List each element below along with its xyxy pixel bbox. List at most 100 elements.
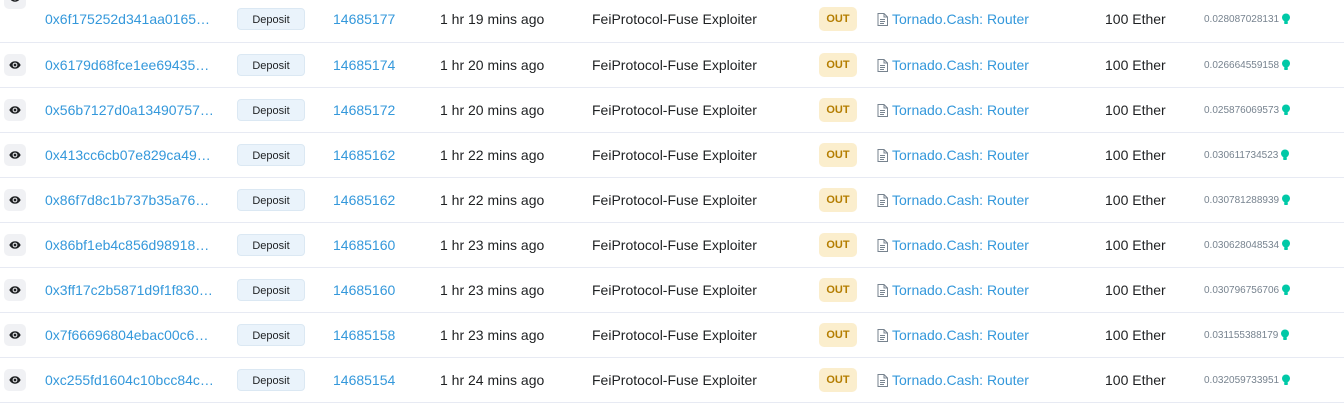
from-address[interactable]: FeiProtocol-Fuse Exploiter xyxy=(592,313,757,357)
txn-fee-value: 0.030628048534 xyxy=(1204,239,1280,251)
txn-fee: 0.030796756706 xyxy=(1204,268,1291,312)
txn-hash-link[interactable]: 0x413cc6cb07e829ca49… xyxy=(45,133,211,177)
to-address-label: Tornado.Cash: Router xyxy=(892,11,1029,27)
block-number-link[interactable]: 14685160 xyxy=(333,268,395,312)
block-number-link[interactable]: 14685162 xyxy=(333,178,395,222)
table-row: 0x413cc6cb07e829ca49… Deposit 14685162 1… xyxy=(0,133,1344,178)
block-number-link[interactable]: 14685154 xyxy=(333,358,395,402)
block-number-link[interactable]: 14685162 xyxy=(333,133,395,177)
direction-badge: OUT xyxy=(819,223,857,267)
age-text: 1 hr 22 mins ago xyxy=(440,192,545,208)
from-address[interactable]: FeiProtocol-Fuse Exploiter xyxy=(592,223,757,267)
direction-label: OUT xyxy=(819,278,857,302)
txn-fee: 0.030781288939 xyxy=(1204,178,1291,222)
direction-label: OUT xyxy=(819,323,857,347)
block-number-link[interactable]: 14685174 xyxy=(333,43,395,87)
method-label: Deposit xyxy=(237,369,305,391)
txn-hash-link[interactable]: 0x56b7127d0a13490757… xyxy=(45,88,214,132)
direction-label: OUT xyxy=(819,233,857,257)
txn-fee: 0.030611734523 xyxy=(1204,133,1290,177)
txn-hash-link[interactable]: 0x86f7d8c1b737b35a76… xyxy=(45,178,209,222)
preview-button[interactable] xyxy=(4,99,26,121)
eye-icon xyxy=(9,106,21,114)
method-label: Deposit xyxy=(237,234,305,256)
to-address-link[interactable]: Tornado.Cash: Router xyxy=(877,0,1029,40)
method-badge: Deposit xyxy=(237,178,305,222)
value-text: 100 Ether xyxy=(1105,372,1166,388)
value-text: 100 Ether xyxy=(1105,327,1166,343)
txn-hash-link[interactable]: 0xc255fd1604c10bcc84c… xyxy=(45,358,214,402)
txn-hash-link[interactable]: 0x3ff17c2b5871d9f1f830… xyxy=(45,268,213,312)
from-address[interactable]: FeiProtocol-Fuse Exploiter xyxy=(592,43,757,87)
direction-label: OUT xyxy=(819,143,857,167)
preview-button[interactable] xyxy=(4,0,26,9)
to-address-link[interactable]: Tornado.Cash: Router xyxy=(877,268,1029,312)
method-label: Deposit xyxy=(237,189,305,211)
direction-badge: OUT xyxy=(819,313,857,357)
direction-label: OUT xyxy=(819,53,857,77)
direction-label: OUT xyxy=(819,368,857,392)
preview-button[interactable] xyxy=(4,234,26,256)
file-document-icon xyxy=(877,328,888,342)
from-address[interactable]: FeiProtocol-Fuse Exploiter xyxy=(592,358,757,402)
preview-button[interactable] xyxy=(4,324,26,346)
block-number-link[interactable]: 14685160 xyxy=(333,223,395,267)
txn-fee: 0.030628048534 xyxy=(1204,223,1291,267)
preview-button[interactable] xyxy=(4,189,26,211)
to-address-link[interactable]: Tornado.Cash: Router xyxy=(877,88,1029,132)
table-row: 0x86f7d8c1b737b35a76… Deposit 14685162 1… xyxy=(0,178,1344,223)
from-address[interactable]: FeiProtocol-Fuse Exploiter xyxy=(592,0,757,40)
to-address-label: Tornado.Cash: Router xyxy=(892,192,1029,208)
value-text: 100 Ether xyxy=(1105,147,1166,163)
direction-badge: OUT xyxy=(819,178,857,222)
txn-hash-link[interactable]: 0x6179d68fce1ee69435… xyxy=(45,43,209,87)
txn-hash-link[interactable]: 0x7f66696804ebac00c6… xyxy=(45,313,208,357)
direction-badge: OUT xyxy=(819,43,857,87)
direction-badge: OUT xyxy=(819,88,857,132)
to-address-link[interactable]: Tornado.Cash: Router xyxy=(877,43,1029,87)
preview-button[interactable] xyxy=(4,279,26,301)
age-text: 1 hr 23 mins ago xyxy=(440,282,545,298)
block-number-link[interactable]: 14685158 xyxy=(333,313,395,357)
value-text: 100 Ether xyxy=(1105,192,1166,208)
to-address-link[interactable]: Tornado.Cash: Router xyxy=(877,223,1029,267)
txn-hash-link[interactable]: 0x6f175252d341aa0165… xyxy=(45,0,210,40)
txn-fee-value: 0.026664559158 xyxy=(1204,59,1280,71)
lightbulb-icon xyxy=(1282,104,1291,115)
table-row: 0x56b7127d0a13490757… Deposit 14685172 1… xyxy=(0,88,1344,133)
file-document-icon xyxy=(877,58,888,72)
preview-button[interactable] xyxy=(4,54,26,76)
preview-button[interactable] xyxy=(4,144,26,166)
method-badge: Deposit xyxy=(237,43,305,87)
to-address-link[interactable]: Tornado.Cash: Router xyxy=(877,178,1029,222)
from-address[interactable]: FeiProtocol-Fuse Exploiter xyxy=(592,268,757,312)
to-address-label: Tornado.Cash: Router xyxy=(892,237,1029,253)
direction-badge: OUT xyxy=(819,133,857,177)
from-address[interactable]: FeiProtocol-Fuse Exploiter xyxy=(592,88,757,132)
txn-fee-value: 0.028087028131 xyxy=(1204,13,1280,25)
file-document-icon xyxy=(877,103,888,117)
preview-button[interactable] xyxy=(4,369,26,391)
to-address-label: Tornado.Cash: Router xyxy=(892,57,1029,73)
txn-hash-link[interactable]: 0x86bf1eb4c856d98918… xyxy=(45,223,209,267)
to-address-label: Tornado.Cash: Router xyxy=(892,147,1029,163)
lightbulb-icon xyxy=(1282,284,1291,295)
to-address-link[interactable]: Tornado.Cash: Router xyxy=(877,133,1029,177)
method-label: Deposit xyxy=(237,279,305,301)
direction-badge: OUT xyxy=(819,358,857,402)
to-address-label: Tornado.Cash: Router xyxy=(892,282,1029,298)
block-number-link[interactable]: 14685172 xyxy=(333,88,395,132)
block-number-link[interactable]: 14685177 xyxy=(333,0,395,40)
to-address-link[interactable]: Tornado.Cash: Router xyxy=(877,358,1029,402)
method-label: Deposit xyxy=(237,54,305,76)
to-address-link[interactable]: Tornado.Cash: Router xyxy=(877,313,1029,357)
eye-icon xyxy=(9,376,21,384)
direction-badge: OUT xyxy=(819,0,857,40)
from-address[interactable]: FeiProtocol-Fuse Exploiter xyxy=(592,133,757,177)
age-text: 1 hr 22 mins ago xyxy=(440,147,545,163)
txn-fee: 0.026664559158 xyxy=(1204,43,1291,87)
file-document-icon xyxy=(877,193,888,207)
eye-icon xyxy=(9,331,21,339)
method-label: Deposit xyxy=(237,99,305,121)
from-address[interactable]: FeiProtocol-Fuse Exploiter xyxy=(592,178,757,222)
